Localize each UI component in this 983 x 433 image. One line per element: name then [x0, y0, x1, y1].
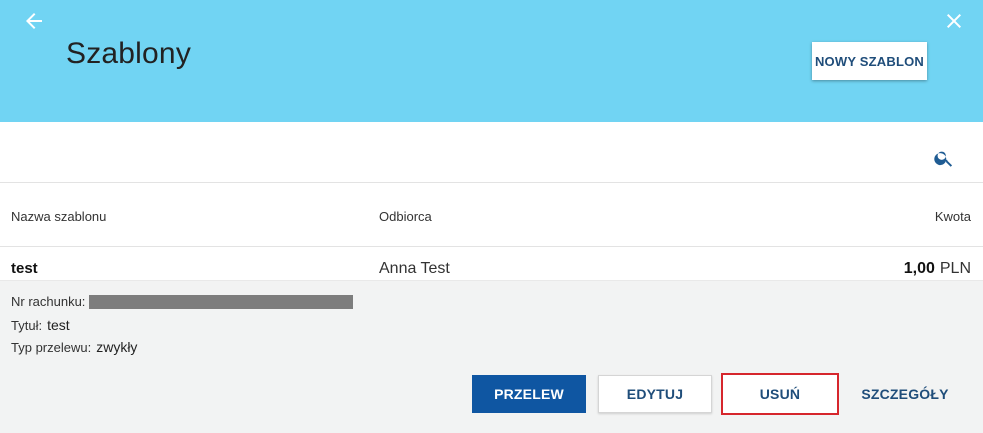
edit-button[interactable]: EDYTUJ	[598, 375, 712, 413]
search-bar	[0, 122, 983, 183]
transfer-button[interactable]: PRZELEW	[472, 375, 586, 413]
detail-transfer-type: Typ przelewu: zwykły	[11, 339, 137, 355]
new-template-button[interactable]: NOWY SZABLON	[812, 42, 927, 80]
amount-currency: PLN	[939, 260, 971, 277]
table-row[interactable]: test Anna Test 1,00 PLN	[0, 248, 983, 281]
delete-button[interactable]: USUŃ	[721, 373, 839, 415]
transfer-type-value: zwykły	[96, 339, 138, 355]
detail-account: Nr rachunku:	[11, 294, 354, 310]
search-icon[interactable]	[933, 147, 955, 169]
close-icon[interactable]	[942, 9, 966, 33]
template-amount: 1,00 PLN	[904, 260, 971, 278]
account-label: Nr rachunku:	[11, 294, 86, 309]
template-name: test	[11, 260, 38, 277]
column-header-amount[interactable]: Kwota	[935, 209, 971, 224]
row-details-panel: Nr rachunku: Tytuł: test Typ przelewu: zwy…	[0, 281, 983, 433]
arrow-left-icon[interactable]	[22, 9, 46, 33]
transfer-type-label: Typ przelewu:	[11, 340, 92, 355]
title-value: test	[47, 317, 70, 333]
template-recipient: Anna Test	[379, 260, 450, 277]
title-label: Tytuł:	[11, 318, 43, 333]
table-header: Nazwa szablonu Odbiorca Kwota	[0, 183, 983, 247]
column-header-name[interactable]: Nazwa szablonu	[11, 209, 106, 224]
page-title: Szablony	[66, 37, 192, 70]
details-button[interactable]: SZCZEGÓŁY	[846, 375, 964, 413]
amount-value: 1,00	[903, 260, 935, 277]
header-bar: Szablony NOWY SZABLON	[0, 0, 983, 122]
detail-title: Tytuł: test	[11, 317, 70, 333]
column-header-recipient[interactable]: Odbiorca	[379, 209, 432, 224]
search-input[interactable]	[10, 134, 910, 170]
account-number-redacted	[89, 294, 354, 309]
